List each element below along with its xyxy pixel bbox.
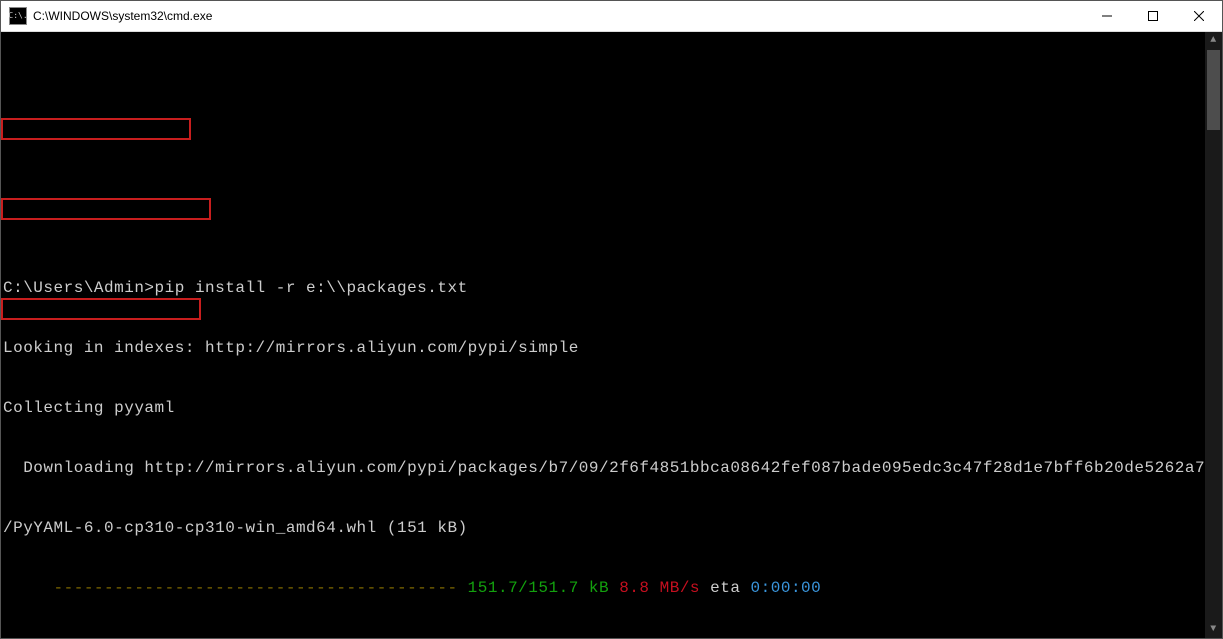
window-title: C:\WINDOWS\system32\cmd.exe <box>33 9 212 23</box>
progress-speed: 8.8 MB/s <box>619 579 710 597</box>
highlight-pyyaml <box>1 118 191 140</box>
titlebar[interactable]: C:\. C:\WINDOWS\system32\cmd.exe <box>1 1 1222 32</box>
terminal-area[interactable]: C:\Users\Admin>pip install -r e:\\packag… <box>1 32 1222 638</box>
progress-line: ----------------------------------------… <box>3 578 1220 598</box>
close-icon <box>1194 11 1204 21</box>
terminal-line <box>3 218 1220 238</box>
prompt-path: C:\Users\Admin> <box>3 279 155 297</box>
scroll-down-icon[interactable]: ▼ <box>1205 621 1222 638</box>
prompt-line: C:\Users\Admin>pip install -r e:\\packag… <box>3 278 1220 298</box>
highlight-pyautogui <box>1 198 211 220</box>
scroll-up-icon[interactable]: ▲ <box>1205 32 1222 49</box>
maximize-button[interactable] <box>1130 1 1176 31</box>
scrollbar-thumb[interactable] <box>1207 50 1220 130</box>
cmd-icon: C:\. <box>9 7 27 25</box>
terminal-line: Looking in indexes: http://mirrors.aliyu… <box>3 338 1220 358</box>
collecting-pyyaml: Collecting pyyaml <box>3 398 1220 418</box>
progress-dash: ---------------------------------------- <box>3 579 468 597</box>
cmd-icon-label: C:\. <box>8 12 27 20</box>
prompt-command: pip install -r e:\\packages.txt <box>155 279 468 297</box>
progress-eta-label: eta <box>710 579 750 597</box>
minimize-button[interactable] <box>1084 1 1130 31</box>
highlight-requests <box>1 298 201 320</box>
minimize-icon <box>1102 11 1112 21</box>
maximize-icon <box>1148 11 1158 21</box>
terminal-line: /PyYAML-6.0-cp310-cp310-win_amd64.whl (1… <box>3 518 1220 538</box>
terminal-line: Downloading http://mirrors.aliyun.com/py… <box>3 458 1220 478</box>
progress-eta: 0:00:00 <box>751 579 822 597</box>
progress-size: 151.7/151.7 kB <box>468 579 620 597</box>
vertical-scrollbar[interactable]: ▲ ▼ <box>1205 32 1222 638</box>
close-button[interactable] <box>1176 1 1222 31</box>
terminal-content: C:\Users\Admin>pip install -r e:\\packag… <box>1 72 1222 638</box>
cmd-window: C:\. C:\WINDOWS\system32\cmd.exe C:\User… <box>0 0 1223 639</box>
